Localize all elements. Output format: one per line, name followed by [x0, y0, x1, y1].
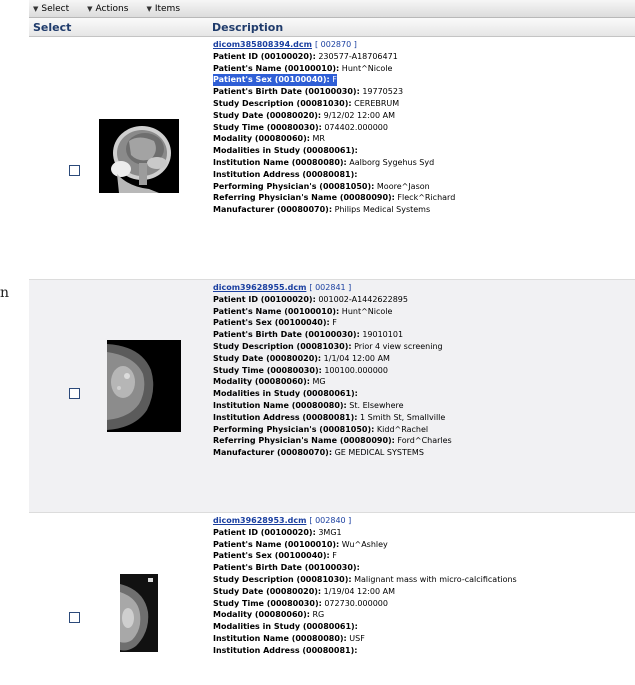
record-description: dicom39628953.dcm[ 002840 ] Patient ID (… — [213, 515, 517, 657]
actions-menu-label: Actions — [95, 3, 129, 14]
field-row-selected: Patient's Sex (00100040): F — [213, 74, 337, 87]
field-row: Performing Physician's (00081050): Kidd^… — [213, 424, 429, 434]
table-row: dicom385808394.dcm[ 002870 ] Patient ID … — [29, 37, 635, 280]
row-checkbox[interactable] — [69, 612, 80, 623]
field-row: Study Date (00080020): 1/1/04 12:00 AM — [213, 353, 390, 363]
field-row: Study Time (00080030): 072730.000000 — [213, 598, 388, 608]
field-row: Modality (00080060): MG — [213, 377, 326, 387]
field-row: Study Description (00081030): CEREBRUM — [213, 98, 400, 108]
column-header-select[interactable]: Select — [33, 21, 71, 34]
field-row: Study Time (00080030): 100100.000000 — [213, 365, 388, 375]
field-row: Performing Physician's (00081050): Moore… — [213, 181, 430, 191]
field-row: Modalities in Study (00080061): — [213, 622, 358, 632]
record-id-link[interactable]: [ 002840 ] — [309, 516, 351, 525]
field-row: Institution Address (00080081): — [213, 645, 358, 655]
field-row: Manufacturer (00080070): Philips Medical… — [213, 205, 431, 215]
mammogram-image — [107, 340, 181, 432]
field-row: Institution Name (00080080): Aalborg Syg… — [213, 157, 435, 167]
mri-head-image — [99, 119, 179, 193]
chevron-down-icon: ▼ — [87, 4, 93, 13]
field-row: Patient's Sex (00100040): F — [213, 318, 337, 328]
field-row: Study Description (00081030): Malignant … — [213, 574, 517, 584]
dicom-thumbnail[interactable] — [99, 119, 179, 193]
field-row: Patient's Birth Date (00100030): 1901010… — [213, 330, 404, 340]
field-row: Patient's Name (00100010): Hunt^Nicole — [213, 63, 393, 73]
field-row: Institution Address (00080081): 1 Smith … — [213, 412, 446, 422]
field-row: Patient ID (00100020): 3MG1 — [213, 527, 342, 537]
field-row: Modality (00080060): MR — [213, 134, 325, 144]
items-menu[interactable]: ▼ Items — [146, 4, 180, 14]
record-description: dicom39628955.dcm[ 002841 ] Patient ID (… — [213, 282, 452, 459]
table-row: dicom39628953.dcm[ 002840 ] Patient ID (… — [29, 513, 635, 685]
table-header: Select Description — [29, 18, 635, 37]
field-row: Patient's Birth Date (00100030): 1977052… — [213, 87, 404, 97]
field-row: Study Date (00080020): 9/12/02 12:00 AM — [213, 110, 396, 120]
select-menu-label: Select — [41, 3, 70, 14]
table-row: dicom39628955.dcm[ 002841 ] Patient ID (… — [29, 280, 635, 513]
toolbar: ▼ Select ▼ Actions ▼ Items — [29, 0, 635, 18]
chevron-down-icon: ▼ — [33, 4, 39, 13]
record-description: dicom385808394.dcm[ 002870 ] Patient ID … — [213, 39, 455, 216]
file-link[interactable]: dicom39628953.dcm — [213, 516, 306, 525]
column-header-description[interactable]: Description — [212, 21, 283, 34]
field-row: Referring Physician's Name (00080090): F… — [213, 436, 452, 446]
field-row: Institution Name (00080080): USF — [213, 633, 365, 643]
field-row: Patient ID (00100020): 001002-A144262289… — [213, 294, 408, 304]
field-row: Modalities in Study (00080061): — [213, 389, 358, 399]
field-row: Institution Name (00080080): St. Elsewhe… — [213, 400, 404, 410]
chevron-down-icon: ▼ — [146, 4, 152, 13]
field-row: Patient's Name (00100010): Wu^Ashley — [213, 539, 388, 549]
mammogram-image — [114, 572, 160, 654]
file-link[interactable]: dicom385808394.dcm — [213, 40, 312, 49]
field-row: Patient's Name (00100010): Hunt^Nicole — [213, 306, 393, 316]
record-id-link[interactable]: [ 002841 ] — [309, 283, 351, 292]
actions-menu[interactable]: ▼ Actions — [87, 4, 128, 14]
items-menu-label: Items — [154, 3, 181, 14]
select-menu[interactable]: ▼ Select — [33, 4, 69, 14]
field-row: Study Date (00080020): 1/19/04 12:00 AM — [213, 586, 396, 596]
field-row: Patient's Birth Date (00100030): — [213, 563, 360, 573]
field-row: Institution Address (00080081): — [213, 169, 358, 179]
field-row: Study Time (00080030): 074402.000000 — [213, 122, 388, 132]
file-link[interactable]: dicom39628955.dcm — [213, 283, 306, 292]
field-row: Manufacturer (00080070): GE MEDICAL SYST… — [213, 448, 424, 458]
dicom-thumbnail[interactable] — [114, 572, 160, 654]
record-id-link[interactable]: [ 002870 ] — [315, 40, 357, 49]
clipped-text-fragment: n — [0, 285, 10, 301]
field-row: Modalities in Study (00080061): — [213, 146, 358, 156]
field-row: Patient's Sex (00100040): F — [213, 551, 337, 561]
row-checkbox[interactable] — [69, 388, 80, 399]
field-row: Modality (00080060): RG — [213, 610, 325, 620]
row-checkbox[interactable] — [69, 165, 80, 176]
dicom-thumbnail[interactable] — [107, 340, 181, 432]
field-row: Patient ID (00100020): 230577-A18706471 — [213, 51, 398, 61]
field-row: Study Description (00081030): Prior 4 vi… — [213, 341, 443, 351]
field-row: Referring Physician's Name (00080090): F… — [213, 193, 456, 203]
